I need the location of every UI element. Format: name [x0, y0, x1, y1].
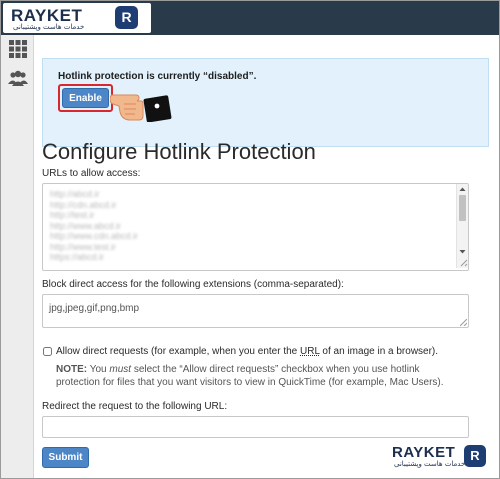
extensions-label: Block direct access for the following ex…	[42, 279, 344, 290]
enable-button[interactable]: Enable	[62, 88, 109, 108]
redirect-label: Redirect the request to the following UR…	[42, 401, 228, 412]
redirect-url-input[interactable]	[42, 416, 469, 438]
blurred-url-line: https://abcd.ir	[50, 252, 105, 262]
enable-button-highlight: Enable	[58, 84, 113, 112]
apps-grid-icon[interactable]	[8, 39, 28, 59]
scrollbar-graphic	[459, 187, 468, 267]
status-alert: Hotlink protection is currently “disable…	[42, 58, 489, 147]
allow-direct-requests-label[interactable]: Allow direct requests (for example, when…	[56, 346, 438, 357]
blurred-url-line: http://www.cdn.abcd.ir	[50, 231, 139, 241]
submit-button[interactable]: Submit	[42, 447, 89, 468]
blurred-url-line: http://www.abcd.ir	[50, 220, 122, 231]
logo-subtext: خدمات هاست وپشتیبانی	[13, 23, 85, 31]
blurred-url-line: http://cdn.abcd.ir	[50, 199, 117, 210]
hotlink-page: RAYKET خدمات هاست وپشتیبانی R Hotlink pr…	[0, 0, 500, 479]
alert-message: Hotlink protection is currently “disable…	[58, 71, 257, 82]
urls-label: URLs to allow access:	[42, 168, 141, 179]
allowed-urls-textarea[interactable]: http://abcd.ir http://cdn.abcd.ir http:/…	[42, 183, 469, 271]
watermark-text: RAYKET	[392, 444, 456, 461]
allow-direct-requests-checkbox[interactable]	[43, 347, 52, 356]
extensions-textarea[interactable]: jpg,jpeg,gif,png,bmp	[42, 294, 469, 328]
textarea-scrollbar[interactable]	[456, 184, 468, 268]
top-bar: RAYKET خدمات هاست وپشتیبانی R	[1, 1, 499, 35]
blurred-url-line: http://abcd.ir	[50, 189, 100, 199]
quicktime-note: NOTE: You must select the “Allow direct …	[56, 363, 466, 389]
main-content: Hotlink protection is currently “disable…	[34, 35, 499, 478]
note-text: You	[87, 364, 110, 375]
note-emphasis: must	[109, 364, 132, 375]
blurred-url-line: http://www.test.ir	[50, 241, 117, 252]
watermark-subtext: خدمات هاست وپشتیبانی	[394, 460, 466, 468]
page-title: Configure Hotlink Protection	[42, 139, 316, 164]
url-abbreviation: URL	[300, 346, 320, 357]
users-icon[interactable]	[8, 69, 28, 89]
allow-label-text: Allow direct requests (for example, when…	[56, 346, 301, 357]
logo[interactable]: RAYKET خدمات هاست وپشتیبانی R	[3, 3, 151, 33]
sidebar	[1, 35, 34, 478]
blurred-url-line: http://test.ir	[50, 210, 95, 220]
resize-handle-icon[interactable]	[460, 319, 467, 326]
logo-mark-icon: R	[115, 6, 138, 29]
pointing-hand-icon	[110, 94, 172, 122]
watermark-mark-icon: R	[464, 445, 486, 467]
allow-label-text-end: of an image in a browser).	[319, 346, 439, 357]
note-title: NOTE:	[56, 364, 88, 375]
extensions-value: jpg,jpeg,gif,png,bmp	[49, 303, 140, 314]
watermark-logo: RAYKET خدمات هاست وپشتیبانی R	[392, 443, 492, 473]
